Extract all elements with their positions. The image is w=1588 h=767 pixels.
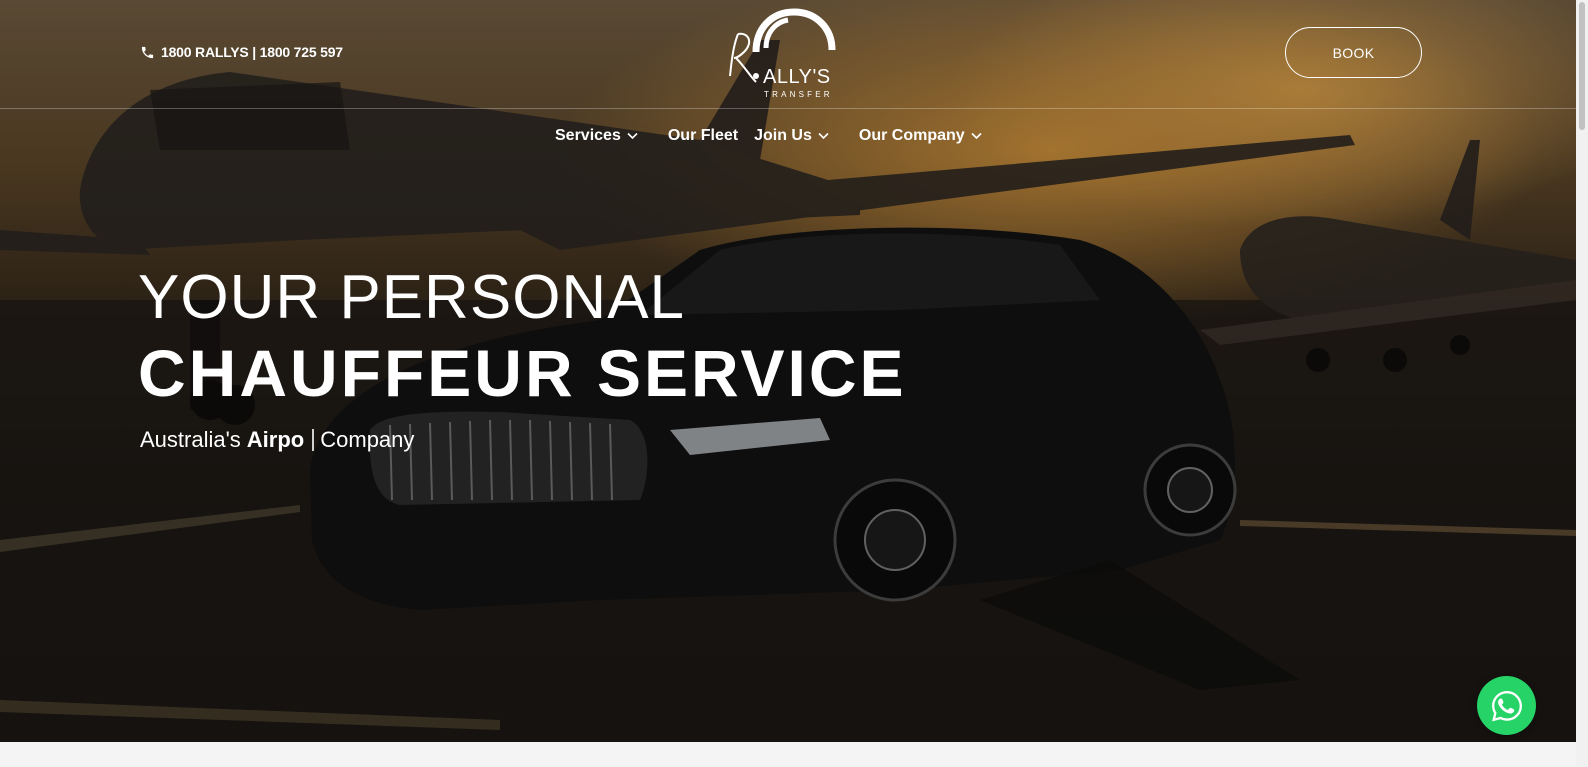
nav-item-services[interactable]: Services	[555, 127, 638, 145]
header-divider	[0, 108, 1576, 109]
logo-text: ALLY'S	[763, 66, 831, 88]
chevron-down-icon	[818, 132, 829, 140]
phone-text: 1800 RALLYS | 1800 725 597	[161, 44, 343, 60]
typing-cursor	[312, 429, 315, 451]
whatsapp-button[interactable]	[1477, 676, 1536, 735]
hero-headline-line1: YOUR PERSONAL	[138, 263, 686, 332]
nav-item-our-company[interactable]: Our Company	[859, 127, 982, 145]
nav-item-label: Our Fleet	[667, 127, 739, 144]
phone-link[interactable]: 1800 RALLYS | 1800 725 597	[140, 44, 343, 60]
rallys-transfer-logo[interactable]: ALLY'S TRANSFER	[722, 6, 842, 100]
page-content-start	[0, 742, 1576, 767]
nav-item-join-us[interactable]: Join Us	[754, 127, 829, 145]
book-button[interactable]: BOOK	[1285, 27, 1422, 78]
main-nav: Services Our Fleet Join Us Our Company	[555, 127, 982, 145]
nav-item-label: Services	[555, 127, 621, 144]
chevron-down-icon	[627, 132, 638, 140]
nav-item-label: Join Us	[754, 127, 812, 144]
tagline-suffix: Company	[320, 427, 415, 452]
hero-banner: 1800 RALLYS | 1800 725 597 ALLY'S TRANSF…	[0, 0, 1576, 742]
tagline-typed-word: Airpo	[246, 427, 305, 452]
nav-item-label: Our Company	[858, 127, 965, 144]
scrollbar-thumb[interactable]	[1579, 2, 1585, 130]
vertical-scrollbar[interactable]	[1576, 0, 1588, 767]
chevron-down-icon	[971, 132, 982, 140]
hero-headline-line2: CHAUFFEUR SERVICE	[138, 336, 907, 410]
logo-subtext: TRANSFER	[764, 90, 833, 99]
tagline-prefix: Australia's	[140, 427, 241, 452]
whatsapp-icon	[1491, 690, 1522, 721]
phone-icon	[141, 46, 154, 58]
nav-item-our-fleet[interactable]: Our Fleet	[668, 127, 738, 145]
hero-tagline: Australia's Airpo Company	[140, 427, 414, 453]
